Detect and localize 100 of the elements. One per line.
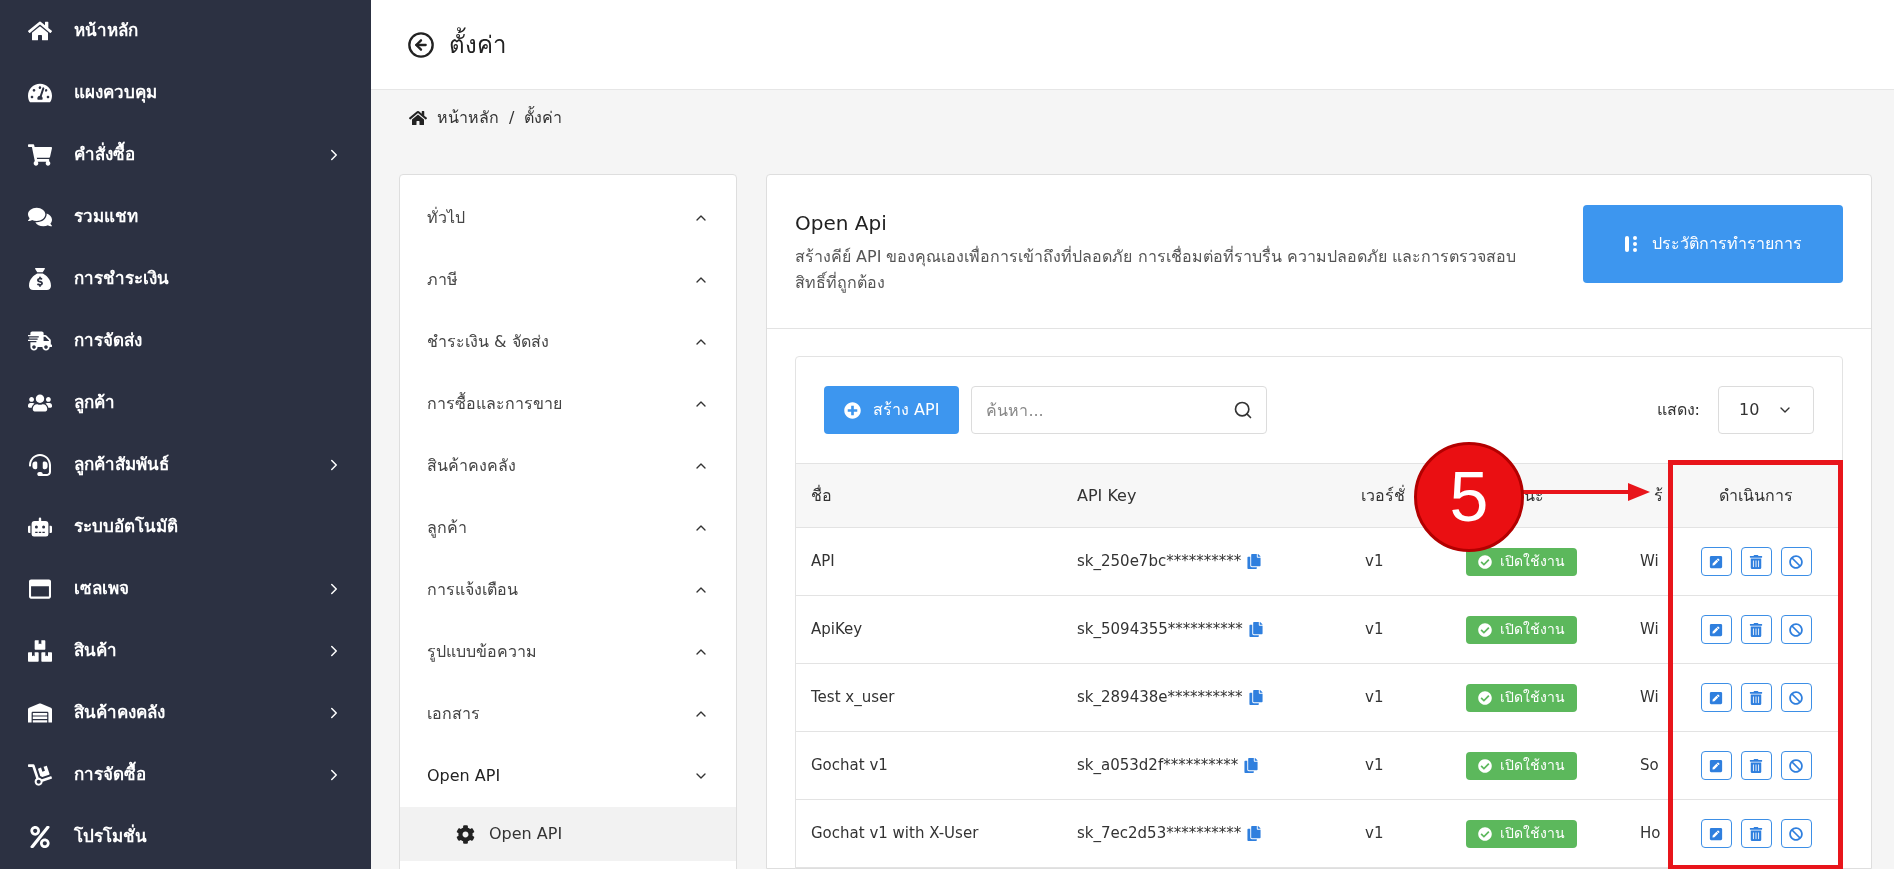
table-cell: v1 xyxy=(1365,620,1384,639)
disable-button[interactable] xyxy=(1780,751,1812,780)
settings-menu-item[interactable]: Open API xyxy=(400,745,736,807)
card-title: Open Api xyxy=(795,210,888,237)
card-description: สร้างคีย์ API ของคุณเองเพื่อการเข้าถึงที่ปลอดภัย การเชื่อมต่อที่ราบรื่น ความปลอดภัย และการตรวจสอบสิทธิ์ที่ถูกต้อง xyxy=(795,245,1517,295)
delete-button[interactable] xyxy=(1740,819,1772,848)
trash-icon xyxy=(1749,690,1763,705)
edit-button[interactable] xyxy=(1700,615,1732,644)
delete-button[interactable] xyxy=(1740,615,1772,644)
trash-icon xyxy=(1749,554,1763,569)
sidebar-item[interactable]: หน้าหลัก xyxy=(0,0,371,62)
sidebar-item[interactable]: รวมแชท xyxy=(0,186,371,248)
disable-button[interactable] xyxy=(1780,819,1812,848)
api-key-text: sk_250e7bc********** xyxy=(1077,551,1242,573)
home-icon xyxy=(28,20,52,42)
sidebar-item[interactable]: แผงควบคุม xyxy=(0,62,371,124)
api-key-text: sk_5094355********** xyxy=(1077,619,1243,641)
status-badge: เปิดใช้งาน xyxy=(1466,751,1577,780)
chat-icon xyxy=(28,206,52,228)
trash-icon xyxy=(1749,622,1763,637)
ban-icon xyxy=(1789,758,1803,773)
edit-button[interactable] xyxy=(1700,819,1732,848)
copy-icon[interactable] xyxy=(1247,826,1262,841)
column-header: ชื่อ xyxy=(811,485,832,505)
copy-icon[interactable] xyxy=(1244,758,1259,773)
sidebar-item[interactable]: เซลเพจ xyxy=(0,558,371,620)
api-key-text: sk_7ec2d53********** xyxy=(1077,823,1242,845)
disable-button[interactable] xyxy=(1780,615,1812,644)
sidebar-item[interactable]: ระบบอัตโนมัติ xyxy=(0,496,371,558)
delete-button[interactable] xyxy=(1740,683,1772,712)
sidebar-item[interactable]: การชำระเงิน xyxy=(0,248,371,310)
trash-icon xyxy=(1749,758,1763,773)
settings-menu-item[interactable]: การแจ้งเตือน xyxy=(400,559,736,621)
settings-menu-item[interactable]: ภาษี xyxy=(400,249,736,311)
edit-icon xyxy=(1709,554,1723,569)
status-badge: เปิดใช้งาน xyxy=(1466,547,1577,576)
sidebar-item[interactable]: การจัดซื้อ xyxy=(0,744,371,806)
copy-icon[interactable] xyxy=(1248,622,1263,637)
robot-icon xyxy=(28,516,52,538)
plus-icon xyxy=(844,401,861,419)
sidebar-item[interactable]: ลูกค้า xyxy=(0,372,371,434)
disable-button[interactable] xyxy=(1780,547,1812,576)
gear-icon xyxy=(456,824,475,844)
column-header: เวอร์ชั่ xyxy=(1361,485,1405,505)
table-cell: Gochat v1 with X-User xyxy=(811,824,979,843)
disable-button[interactable] xyxy=(1780,683,1812,712)
window-icon xyxy=(28,578,52,600)
edit-button[interactable] xyxy=(1700,751,1732,780)
settings-menu-item[interactable]: สินค้าคงคลัง xyxy=(400,435,736,497)
table-cell: Wi xyxy=(1640,552,1659,571)
ban-icon xyxy=(1789,554,1803,569)
copy-icon[interactable] xyxy=(1248,690,1263,705)
page-title: ตั้งค่า xyxy=(449,26,506,63)
sidebar-item[interactable]: โปรโมชั่น xyxy=(0,806,371,868)
money-bag-icon xyxy=(28,268,52,290)
warehouse-icon xyxy=(28,702,52,724)
status-badge: เปิดใช้งาน xyxy=(1466,683,1577,712)
edit-icon xyxy=(1709,622,1723,637)
delete-button[interactable] xyxy=(1740,751,1772,780)
settings-menu-item[interactable]: การซื้อและการขาย xyxy=(400,373,736,435)
copy-icon[interactable] xyxy=(1247,554,1262,569)
breadcrumb-item: ตั้งค่า xyxy=(524,105,563,129)
users-icon xyxy=(28,392,52,414)
headset-icon xyxy=(28,454,52,476)
trash-icon xyxy=(1749,826,1763,841)
settings-submenu-item[interactable]: Open API xyxy=(400,807,736,861)
ban-icon xyxy=(1789,622,1803,637)
settings-menu-item[interactable]: ชำระเงิน & จัดส่ง xyxy=(400,311,736,373)
dolly-icon xyxy=(28,764,52,786)
sidebar-item[interactable]: สินค้าคงคลัง xyxy=(0,682,371,744)
search-field[interactable]: ค้นหา... xyxy=(971,386,1268,434)
sidebar-item[interactable]: การจัดส่ง xyxy=(0,310,371,372)
table-cell: v1 xyxy=(1365,756,1384,775)
delete-button[interactable] xyxy=(1740,547,1772,576)
sidebar-item[interactable]: คำสั่งซื้อ xyxy=(0,124,371,186)
page-size-label: แสดง: xyxy=(1656,399,1700,421)
breadcrumb-separator: / xyxy=(509,106,515,129)
column-header: API Key xyxy=(1077,485,1137,505)
table-cell: Ho xyxy=(1640,824,1661,843)
column-header: ดำเนินการ xyxy=(1719,485,1793,505)
table-cell: ApiKey xyxy=(811,620,863,639)
table-cell: Gochat v1 xyxy=(811,756,888,775)
ban-icon xyxy=(1789,690,1803,705)
sidebar-item[interactable]: สินค้า xyxy=(0,620,371,682)
back-icon[interactable] xyxy=(407,30,435,59)
table-cell: Wi xyxy=(1640,688,1659,707)
truck-icon xyxy=(28,330,52,352)
page-size-select[interactable]: 10 xyxy=(1718,386,1814,434)
settings-menu-item[interactable]: เอกสาร xyxy=(400,683,736,745)
settings-menu-item[interactable]: ลูกค้า xyxy=(400,497,736,559)
settings-menu-item[interactable]: ทั่วไป xyxy=(400,187,736,249)
sidebar-item[interactable]: ลูกค้าสัมพันธ์ xyxy=(0,434,371,496)
home-icon xyxy=(409,109,427,126)
settings-menu-item[interactable]: รูปแบบข้อความ xyxy=(400,621,736,683)
edit-button[interactable] xyxy=(1700,547,1732,576)
boxes-icon xyxy=(28,640,52,662)
timeline-icon xyxy=(1624,235,1638,253)
breadcrumb-item[interactable]: หน้าหลัก xyxy=(437,105,499,130)
edit-button[interactable] xyxy=(1700,683,1732,712)
search-icon xyxy=(1233,400,1254,420)
